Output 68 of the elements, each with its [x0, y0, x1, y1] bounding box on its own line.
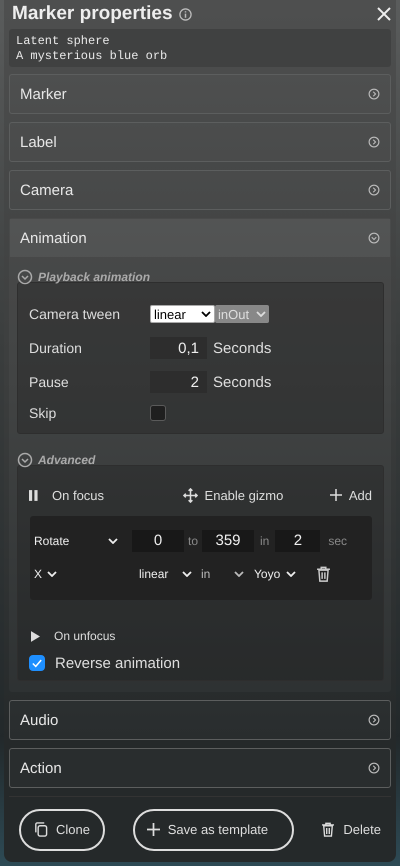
panel-title: Marker properties [12, 3, 173, 26]
dropdown[interactable]: X [34, 566, 58, 581]
group-toggle[interactable]: Advanced [17, 452, 96, 468]
range-label: to [188, 534, 198, 548]
accordion-header[interactable]: Animation [10, 219, 390, 258]
caret-icon [286, 570, 296, 577]
trash-icon [321, 822, 336, 838]
accordion-header[interactable]: Label [10, 123, 390, 162]
caret-icon [108, 538, 118, 544]
close-button[interactable] [377, 7, 391, 22]
number-field[interactable]: 0 [132, 530, 184, 552]
number-field[interactable]: 0,1 [150, 337, 207, 360]
field-label: Skip [29, 405, 58, 422]
description-field[interactable]: Latent sphere A mysterious blue orb [9, 29, 391, 68]
play-icon [31, 630, 40, 642]
chevron-circle-icon [368, 714, 380, 726]
caret-icon [201, 311, 211, 318]
checkbox[interactable] [29, 655, 45, 672]
info-icon [178, 8, 192, 21]
checkbox[interactable] [150, 405, 166, 422]
trash-icon [316, 566, 332, 582]
accordion-header[interactable]: Action [10, 749, 390, 788]
on-unfocus-button[interactable]: On unfocus [31, 629, 116, 644]
expand-less-icon [17, 452, 33, 468]
caret-icon [47, 570, 58, 577]
add-button[interactable]: Add [330, 488, 372, 503]
plus-icon [146, 823, 160, 836]
dropdown[interactable]: in [201, 566, 244, 581]
on-focus-button[interactable]: On focus [29, 488, 104, 503]
caret-icon [256, 311, 266, 318]
field-label: Pause [29, 374, 70, 390]
dropdown[interactable]: linear [150, 305, 215, 324]
number-field[interactable]: 2 [150, 371, 207, 394]
delete-button[interactable]: Delete [321, 822, 381, 838]
checkbox-label: Reverse animation [55, 654, 180, 672]
field-label: Camera tween [29, 306, 122, 322]
chevron-circle-icon [368, 88, 380, 100]
chevron-circle-icon [368, 136, 380, 148]
save-template-button[interactable]: Save as template [132, 808, 294, 851]
chevron-circle-icon [368, 762, 380, 774]
dropdown[interactable]: linear [139, 566, 192, 581]
check-icon [32, 658, 42, 668]
caret-icon [234, 570, 244, 577]
group-toggle[interactable]: Playback animation [17, 269, 150, 286]
unit-label: Seconds [213, 340, 272, 357]
plus-icon [330, 489, 342, 502]
unit-label: sec [328, 534, 348, 548]
caret-icon [182, 570, 192, 577]
accordion-header[interactable]: Marker [10, 75, 390, 114]
expand-less-icon [368, 232, 380, 244]
accordion-header[interactable]: Camera [10, 171, 390, 210]
expand-less-icon [17, 269, 33, 286]
chevron-circle-icon [368, 184, 380, 196]
delete-button[interactable] [316, 566, 332, 582]
pause-icon [29, 490, 38, 501]
clone-button[interactable]: Clone [19, 808, 105, 851]
range-label: in [260, 534, 270, 548]
number-field[interactable]: 359 [202, 530, 254, 552]
field-label: Duration [29, 340, 83, 356]
gizmo-button[interactable]: Enable gizmo [182, 488, 284, 503]
accordion-header[interactable]: Audio [10, 701, 390, 740]
copy-icon [33, 822, 48, 838]
move-icon [182, 488, 198, 503]
number-field[interactable]: 2 [275, 530, 320, 552]
dropdown[interactable]: Yoyo [254, 566, 296, 581]
close-icon [377, 7, 391, 22]
unit-label: Seconds [213, 374, 272, 391]
dropdown[interactable]: Rotate [34, 534, 124, 548]
